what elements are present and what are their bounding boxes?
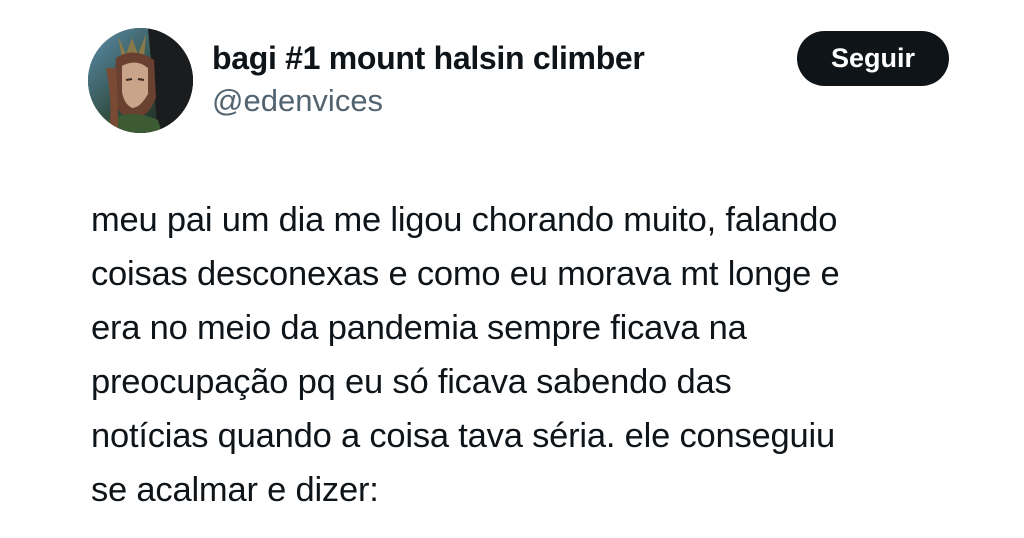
tweet-header: bagi #1 mount halsin climber @edenvices … (0, 0, 1024, 150)
tweet-text: meu pai um dia me ligou chorando muito, … (91, 193, 991, 517)
tweet-text-line: era no meio da pandemia sempre ficava na (91, 309, 747, 347)
tweet-text-line: meu pai um dia me ligou chorando muito, … (91, 201, 838, 239)
tweet-text-line: se acalmar e dizer: (91, 471, 379, 509)
display-name[interactable]: bagi #1 mount halsin climber (212, 40, 645, 77)
follow-button[interactable]: Seguir (797, 31, 949, 86)
avatar[interactable] (88, 28, 193, 133)
tweet-text-line: preocupação pq eu só ficava sabendo das (91, 363, 732, 401)
tweet-text-line: coisas desconexas e como eu morava mt lo… (91, 255, 840, 293)
tweet-text-line: notícias quando a coisa tava séria. ele … (91, 417, 835, 455)
avatar-image (88, 28, 193, 133)
user-handle[interactable]: @edenvices (212, 83, 383, 119)
